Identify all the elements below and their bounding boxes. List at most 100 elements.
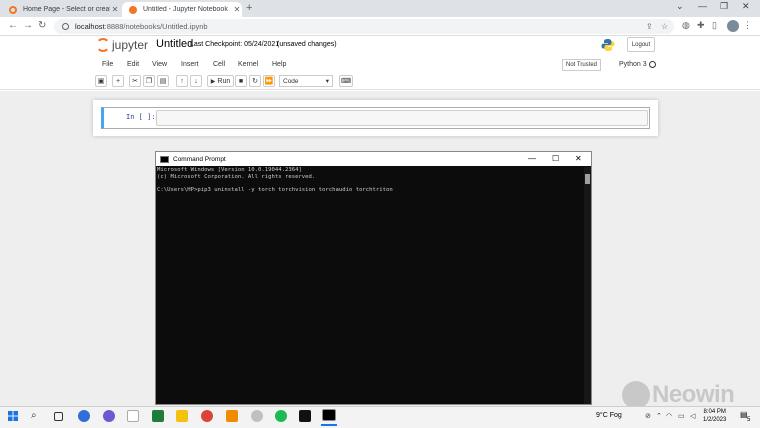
cmd-title: Command Prompt <box>173 155 226 163</box>
chat-icon[interactable] <box>78 410 90 422</box>
menu-insert[interactable]: Insert <box>181 61 199 68</box>
url-path: :8888/notebooks/Untitled.ipynb <box>104 22 208 31</box>
restart-run-all-icon[interactable]: ⏩ <box>263 75 275 87</box>
logout-button[interactable]: Logout <box>627 37 655 52</box>
minimize-icon[interactable]: — <box>698 1 707 11</box>
app-icon[interactable] <box>103 410 115 422</box>
notebook-title[interactable]: Untitled <box>156 38 193 50</box>
weather-widget[interactable]: 9°C Fog <box>596 412 622 419</box>
edge-icon[interactable] <box>127 410 139 422</box>
restart-icon[interactable]: ↻ <box>249 75 261 87</box>
cmd-scrollbar[interactable] <box>584 167 591 404</box>
jupyter-brand[interactable]: jupyter <box>112 38 148 52</box>
file-explorer-icon[interactable] <box>176 410 188 422</box>
console-output[interactable]: Microsoft Windows [Version 10.0.19044.23… <box>157 167 582 404</box>
move-down-icon[interactable]: ↓ <box>190 75 202 87</box>
site-info-icon[interactable] <box>62 23 69 30</box>
run-button[interactable]: ▶ Run <box>207 75 234 87</box>
menu-cell[interactable]: Cell <box>213 61 225 68</box>
neowin-watermark: Neowin <box>652 381 735 408</box>
play-icon: ▶ <box>210 78 216 85</box>
search-icon[interactable]: ⌕ <box>31 410 43 422</box>
notification-count: 5 <box>747 417 751 423</box>
extension-icon[interactable]: ◍ <box>682 20 690 31</box>
chevron-down-icon[interactable]: ⌄ <box>676 1 684 12</box>
jupyter-favicon-icon <box>129 5 137 14</box>
clock-date: 1/2/2023 <box>703 417 727 423</box>
puzzle-icon[interactable]: ✚ <box>697 20 705 31</box>
menu-view[interactable]: View <box>152 61 167 68</box>
run-label: Run <box>217 77 231 85</box>
unsaved-status: (unsaved changes) <box>277 41 337 48</box>
checkpoint-status: Last Checkpoint: 05/24/2021 <box>190 41 280 48</box>
command-prompt-taskbar-icon[interactable] <box>322 409 336 421</box>
cmd-app-icon <box>160 155 169 163</box>
restore-icon[interactable]: ❐ <box>720 1 728 12</box>
kernel-status-icon <box>649 61 656 68</box>
close-tab-icon[interactable]: ✕ <box>110 5 120 14</box>
console-line: (c) Microsoft Corporation. All rights re… <box>157 173 316 180</box>
paste-icon[interactable]: ▤ <box>157 75 169 87</box>
wifi-icon[interactable]: ◠ <box>666 412 672 420</box>
menu-edit[interactable]: Edit <box>127 61 139 68</box>
url-bar[interactable]: localhost:8888/notebooks/Untitled.ipynb <box>54 19 674 34</box>
sidebar-icon[interactable]: ▯ <box>712 20 717 31</box>
cmd-titlebar[interactable]: Command Prompt <box>156 152 591 166</box>
chevron-down-icon: ▾ <box>325 78 329 85</box>
stop-icon[interactable]: ■ <box>235 75 247 87</box>
close-window-icon[interactable]: ✕ <box>742 1 750 12</box>
vlc-icon[interactable] <box>226 410 238 422</box>
tab-title: Untitled - Jupyter Notebook <box>143 6 228 13</box>
jupyter-logo-icon[interactable] <box>96 38 110 52</box>
volume-icon[interactable]: ◁ <box>690 412 695 420</box>
command-prompt-window[interactable]: Command Prompt — ☐ ✕ Microsoft Windows [… <box>155 151 592 405</box>
tray-icon[interactable]: ⊘ <box>645 412 651 420</box>
share-icon[interactable]: ⇪ <box>646 22 653 31</box>
app-icon[interactable] <box>251 410 263 422</box>
close-tab-icon[interactable]: ✕ <box>232 5 242 14</box>
not-trusted-badge[interactable]: Not Trusted <box>562 59 602 71</box>
menu-file[interactable]: File <box>102 61 113 68</box>
battery-icon[interactable]: ▭ <box>678 412 685 420</box>
back-icon[interactable]: ← <box>8 20 18 31</box>
new-tab-icon[interactable]: + <box>246 2 252 14</box>
console-line: C:\Users\HP>pip3 uninstall -y torch torc… <box>157 187 393 194</box>
more-menu-icon[interactable]: ⋮ <box>743 20 752 31</box>
neowin-logo-icon <box>622 381 650 409</box>
cell-input[interactable] <box>156 110 648 126</box>
cut-icon[interactable]: ✂ <box>129 75 141 87</box>
profile-avatar-icon[interactable] <box>727 20 739 32</box>
cmd-scroll-thumb[interactable] <box>585 174 590 184</box>
jupyter-favicon-icon <box>9 5 17 14</box>
reload-icon[interactable]: ↻ <box>38 20 46 31</box>
python-logo-icon <box>601 39 615 51</box>
close-window-icon[interactable]: ✕ <box>575 154 582 163</box>
minimize-icon[interactable]: — <box>528 154 536 163</box>
taskbar-clock[interactable]: 8:04 PM 1/2/2023 <box>703 408 726 424</box>
menu-help[interactable]: Help <box>272 61 286 68</box>
forward-icon[interactable]: → <box>23 20 33 31</box>
xbox-icon[interactable] <box>152 410 164 422</box>
chevron-up-icon[interactable]: ⌃ <box>656 412 662 420</box>
url-host: localhost <box>75 22 105 31</box>
task-view-icon[interactable] <box>54 412 63 421</box>
move-up-icon[interactable]: ↑ <box>176 75 188 87</box>
insert-cell-icon[interactable]: + <box>112 75 124 87</box>
clock-time: 8:04 PM <box>703 409 726 415</box>
save-icon[interactable]: ▣ <box>95 75 107 87</box>
menu-kernel[interactable]: Kernel <box>238 61 258 68</box>
spotify-icon[interactable] <box>275 410 287 422</box>
cell-type-select[interactable]: Code ▾ <box>279 75 333 87</box>
tab-untitled-notebook[interactable]: Untitled - Jupyter Notebook ✕ <box>122 2 242 17</box>
tab-title: Home Page - Select or create a n <box>23 6 110 13</box>
copy-icon[interactable]: ❐ <box>143 75 155 87</box>
bookmark-star-icon[interactable]: ☆ <box>661 22 668 31</box>
chrome-icon[interactable] <box>201 410 213 422</box>
netflix-icon[interactable] <box>299 410 311 422</box>
keyboard-icon[interactable]: ⌨ <box>339 75 353 87</box>
kernel-name[interactable]: Python 3 <box>619 61 647 68</box>
windows-start-icon[interactable] <box>8 411 18 421</box>
maximize-icon[interactable]: ☐ <box>552 154 559 163</box>
tab-home-page[interactable]: Home Page - Select or create a n ✕ <box>2 2 120 17</box>
